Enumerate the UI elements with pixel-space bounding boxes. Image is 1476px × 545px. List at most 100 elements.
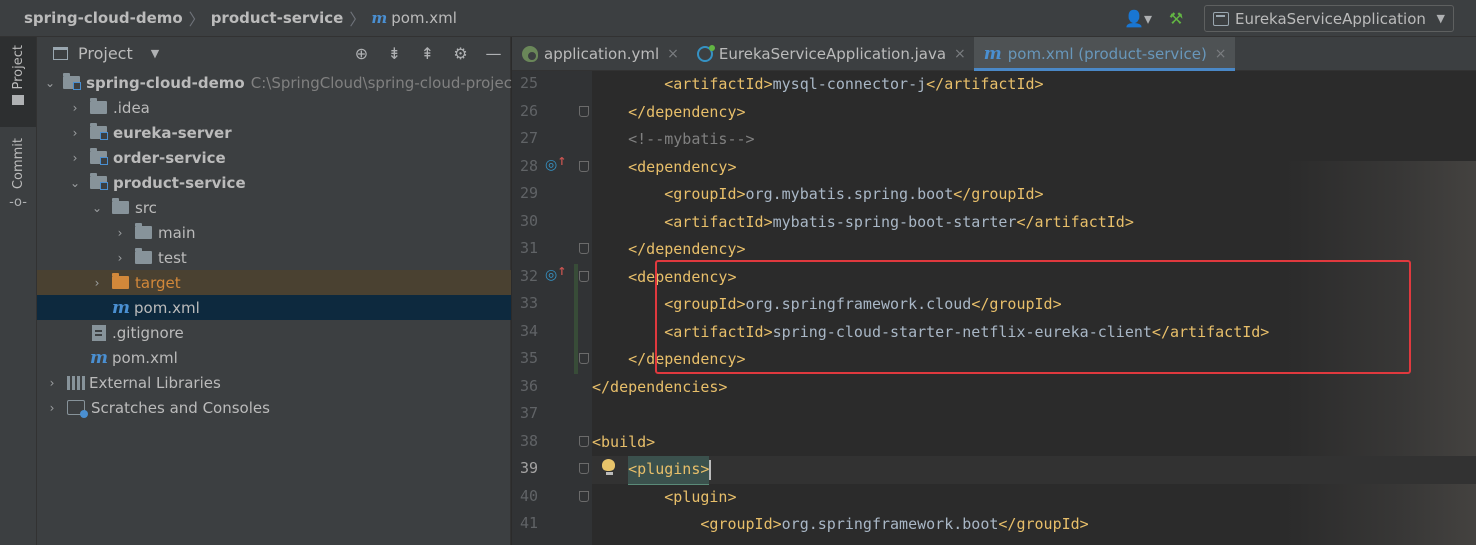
line-number[interactable]: 30 — [512, 212, 538, 230]
lightbulb-icon[interactable] — [602, 459, 616, 475]
tree-item-src[interactable]: ⌄ src — [37, 195, 511, 220]
fold-marker-icon[interactable] — [579, 435, 589, 447]
chevron-right-icon[interactable]: › — [45, 401, 59, 415]
chevron-right-icon[interactable]: › — [68, 151, 82, 165]
breadcrumb-module[interactable]: product-service — [211, 9, 344, 27]
dependency-override-icon[interactable]: ◎↑ — [545, 265, 566, 283]
line-number[interactable]: 35 — [512, 349, 538, 367]
code-line[interactable]: <artifactId>mybatis-spring-boot-starter<… — [592, 209, 1476, 237]
chevron-down-icon[interactable]: ▼ — [151, 47, 159, 60]
project-tool-tab[interactable]: Project — [0, 37, 36, 127]
chevron-right-icon[interactable]: › — [68, 101, 82, 115]
tree-item-pom-xml-selected[interactable]: m pom.xml — [37, 295, 511, 320]
code-line[interactable]: <dependency> — [592, 154, 1476, 182]
breadcrumb-file[interactable]: pom.xml — [391, 9, 457, 27]
tree-item-idea[interactable]: › .idea — [37, 95, 511, 120]
close-icon[interactable]: × — [954, 46, 966, 62]
fold-marker-icon[interactable] — [579, 270, 589, 282]
chevron-down-icon[interactable]: ⌄ — [90, 201, 104, 215]
line-number[interactable]: 37 — [512, 404, 538, 422]
code-editor[interactable]: 25 26 27 28 ◎↑ 29 30 31 32 ◎↑ 33 34 35 36 37 38 39 40 41 <… — [512, 71, 1476, 545]
gear-icon[interactable]: ⚙ — [444, 44, 477, 63]
fold-marker-icon[interactable] — [579, 353, 589, 364]
fold-marker-icon[interactable] — [579, 243, 589, 254]
hammer-icon[interactable]: ⚒ — [1162, 5, 1190, 33]
code-line[interactable]: </dependencies> — [592, 374, 1476, 402]
tree-item-external-libraries[interactable]: › External Libraries — [37, 370, 511, 395]
user-switch-icon[interactable]: 👤▾ — [1124, 5, 1152, 33]
tab-eureka-service-application[interactable]: EurekaServiceApplication.java × — [687, 37, 974, 70]
minimize-icon[interactable]: — — [477, 44, 510, 63]
chevron-right-icon[interactable]: › — [113, 226, 127, 240]
code-line[interactable]: <plugin> — [592, 484, 1476, 512]
project-tool-label: Project — [10, 45, 26, 90]
chevron-right-icon[interactable]: › — [90, 276, 104, 290]
run-configuration-select[interactable]: EurekaServiceApplication ▼ — [1204, 5, 1454, 32]
editor-gutter: 25 26 27 28 ◎↑ 29 30 31 32 ◎↑ 33 34 35 36 37 38 39 40 41 — [512, 71, 592, 545]
line-number[interactable]: 36 — [512, 377, 538, 395]
collapse-all-icon[interactable]: ⇞ — [411, 44, 444, 63]
line-number[interactable]: 38 — [512, 432, 538, 450]
tree-item-test[interactable]: › test — [37, 245, 511, 270]
chevron-right-icon[interactable]: › — [113, 251, 127, 265]
line-number[interactable]: 32 — [512, 267, 538, 285]
code-line[interactable]: <artifactId>mysql-connector-j</artifactI… — [592, 71, 1476, 99]
fold-marker-icon[interactable] — [579, 160, 589, 172]
matched-tag-highlight: <plugins> — [628, 456, 710, 485]
tree-item-scratches[interactable]: › Scratches and Consoles — [37, 395, 511, 420]
tab-pom-xml-product-service[interactable]: m pom.xml (product-service) × — [973, 37, 1235, 71]
code-line[interactable]: <build> — [592, 429, 1476, 457]
code-line[interactable] — [592, 401, 1476, 429]
tab-application-yml[interactable]: application.yml × — [512, 37, 687, 70]
line-number[interactable]: 29 — [512, 184, 538, 202]
close-icon[interactable]: × — [1215, 46, 1227, 62]
folder-icon — [90, 98, 107, 114]
tree-item-main[interactable]: › main — [37, 220, 511, 245]
tree-item-eureka-server[interactable]: › eureka-server — [37, 120, 511, 145]
dependency-override-icon[interactable]: ◎↑ — [545, 155, 566, 173]
line-number[interactable]: 26 — [512, 102, 538, 120]
line-number[interactable]: 28 — [512, 157, 538, 175]
chevron-down-icon: ▼ — [1436, 12, 1445, 25]
project-panel-title[interactable]: Project — [78, 44, 133, 63]
fold-marker-icon[interactable] — [579, 463, 589, 474]
code-line[interactable]: <groupId>org.springframework.boot</group… — [592, 511, 1476, 539]
tree-item-product-service[interactable]: ⌄ product-service — [37, 170, 511, 195]
chevron-down-icon[interactable]: ⌄ — [45, 76, 55, 90]
line-number[interactable]: 31 — [512, 239, 538, 257]
close-icon[interactable]: × — [667, 46, 679, 62]
line-number[interactable]: 27 — [512, 129, 538, 147]
code-line[interactable]: <groupId>org.mybatis.spring.boot</groupI… — [592, 181, 1476, 209]
line-number[interactable]: 33 — [512, 294, 538, 312]
folder-icon — [135, 248, 152, 264]
tree-item-order-service[interactable]: › order-service — [37, 145, 511, 170]
tree-item-gitignore[interactable]: .gitignore — [37, 320, 511, 345]
code-line[interactable]: </dependency> — [592, 99, 1476, 127]
vcs-change-marker[interactable] — [574, 263, 578, 374]
code-line[interactable]: <!--mybatis--> — [592, 126, 1476, 154]
gutter-row: 41 — [512, 511, 592, 539]
fold-marker-icon[interactable] — [579, 105, 589, 117]
line-number[interactable]: 41 — [512, 514, 538, 532]
yaml-file-icon — [522, 45, 538, 62]
tree-item-root-pom-xml[interactable]: m pom.xml — [37, 345, 511, 370]
chevron-down-icon[interactable]: ⌄ — [68, 176, 82, 190]
chevron-right-icon[interactable]: › — [45, 376, 59, 390]
fold-marker-icon[interactable] — [579, 490, 589, 502]
project-panel-header: Project ▼ ⊕ ⇟ ⇞ ⚙ — — [37, 37, 510, 70]
crosshair-icon[interactable]: ⊕ — [345, 44, 378, 63]
breadcrumb-project[interactable]: spring-cloud-demo — [24, 9, 183, 27]
line-number[interactable]: 39 — [512, 459, 538, 477]
line-number[interactable]: 25 — [512, 74, 538, 92]
chevron-right-icon[interactable]: › — [68, 126, 82, 140]
code-line[interactable]: <plugins> — [592, 456, 1476, 485]
commit-tool-tab[interactable]: Commit -o- — [0, 132, 36, 212]
gutter-row: 40 — [512, 484, 592, 512]
tree-item-target[interactable]: › target — [37, 270, 511, 295]
folder-icon — [112, 198, 129, 214]
expand-all-icon[interactable]: ⇟ — [378, 44, 411, 63]
line-number[interactable]: 40 — [512, 487, 538, 505]
line-number[interactable]: 34 — [512, 322, 538, 340]
tab-label: pom.xml (product-service) — [1007, 44, 1207, 63]
tree-item-spring-cloud-demo[interactable]: ⌄ spring-cloud-demo C:\SpringCloud\sprin… — [37, 70, 518, 95]
